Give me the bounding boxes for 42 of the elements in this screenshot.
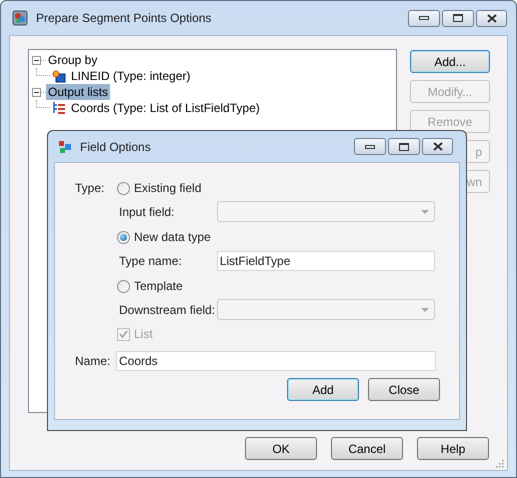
dialog-button[interactable]: Cancel <box>331 437 403 460</box>
side-button[interactable]: Add... <box>410 50 490 73</box>
field-icon <box>52 70 66 82</box>
tree-item[interactable]: Output lists <box>46 84 110 100</box>
minimize-button[interactable] <box>354 138 386 155</box>
name-label: Name: <box>75 353 112 370</box>
maximize-button[interactable] <box>388 138 420 155</box>
close-button[interactable] <box>422 138 453 155</box>
radio-button[interactable] <box>117 230 130 244</box>
close-icon <box>486 14 496 22</box>
radio-button[interactable] <box>117 280 130 292</box>
name-field[interactable]: Coords <box>116 351 436 371</box>
maximize-button[interactable] <box>442 10 474 26</box>
tree-item[interactable]: LINEID (Type: integer) <box>69 68 192 84</box>
resize-grip-icon <box>496 460 504 468</box>
tree-item[interactable]: Group by <box>46 52 100 68</box>
radio-label[interactable]: New data type <box>134 228 211 246</box>
dialog-button[interactable]: Add <box>287 378 359 401</box>
close-icon <box>432 142 442 151</box>
dialog-button[interactable]: Close <box>368 378 440 401</box>
app-icon <box>58 140 72 154</box>
text-field[interactable]: ListFieldType <box>216 250 435 270</box>
dialog-button[interactable]: Help <box>417 437 489 460</box>
radio-button[interactable] <box>117 182 130 194</box>
dialog-button[interactable]: OK <box>245 437 317 460</box>
dropdown-arrow-icon <box>421 308 429 312</box>
close-button[interactable] <box>476 10 507 26</box>
radio-label[interactable]: Existing field <box>134 179 202 197</box>
field-label: Type name: <box>118 252 183 270</box>
window-title: Prepare Segment Points Options <box>36 10 212 27</box>
field-label: Downstream field: <box>118 302 216 318</box>
expander-icon[interactable] <box>32 56 41 64</box>
tree-item[interactable]: Coords (Type: List of ListFieldType) <box>69 100 262 116</box>
app-icon <box>12 10 28 26</box>
list-icon <box>52 102 66 114</box>
radio-label[interactable]: Template <box>134 277 183 295</box>
dialog-title: Field Options <box>80 138 151 156</box>
expander-icon[interactable] <box>32 88 41 96</box>
field-label: Input field: <box>118 204 176 220</box>
minimize-button[interactable] <box>408 10 440 26</box>
dropdown-arrow-icon <box>421 210 429 214</box>
type-label: Type: <box>75 180 106 197</box>
